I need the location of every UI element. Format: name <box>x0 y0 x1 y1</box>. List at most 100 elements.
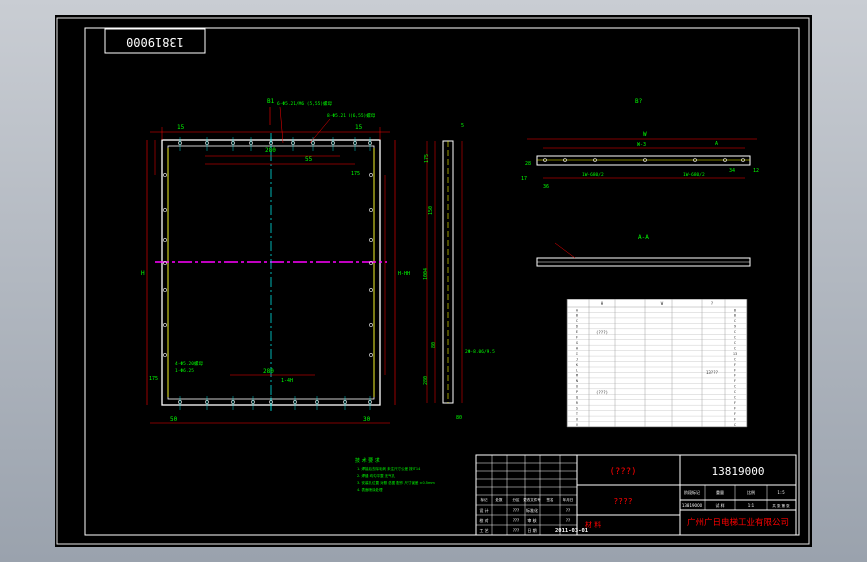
view-label-b: B1 <box>267 98 275 105</box>
table-cell: B <box>734 314 736 318</box>
dim-mid: 175 <box>351 171 360 177</box>
hole-mark <box>369 238 373 242</box>
sheet-value: 13819000 <box>682 503 703 508</box>
table-cell: I <box>576 352 578 356</box>
side-dim-5: 1004 <box>423 268 429 280</box>
table-cell: C <box>734 396 736 400</box>
top-dim-main: W <box>643 131 647 138</box>
table-background <box>566 298 748 428</box>
top-dim-inner: W-3 <box>637 142 646 148</box>
hole-mark <box>163 238 167 242</box>
table-cell: G <box>576 341 578 345</box>
side-dim-2: 175 <box>424 154 430 163</box>
notes-line-2: 2. 焊缝 均匀平整 无气孔 <box>357 473 396 478</box>
title-block-grid: 标记 处数 分区 更改文件号 签名 年月日设 计??? 标准化 ?? 校 对??? 审 核 ?? 工 … <box>476 455 577 535</box>
top-note: A <box>715 141 718 147</box>
table-cell: E <box>576 330 578 334</box>
tb-row-label: 设 计 <box>479 507 488 513</box>
section-label: A-A <box>638 234 649 241</box>
table-cell: C <box>734 357 736 361</box>
table-cell: U <box>576 417 578 421</box>
table-cell: 13 <box>733 352 737 356</box>
tb-date: 2011-03-01 <box>555 528 589 534</box>
table-cell: D <box>576 325 578 329</box>
tb-row-label: 工 艺 <box>479 528 488 533</box>
dim-top-1: 15 <box>177 124 185 131</box>
table-cell: F <box>734 374 736 378</box>
top-view: B? W W-3 1W-680/2 1W-680/2 36 28 17 34 1… <box>521 98 759 190</box>
tb-row-label2: 审 核 <box>527 517 536 523</box>
table-cell: C <box>734 330 736 334</box>
table-cell: C <box>734 319 736 323</box>
hole-mark <box>163 323 167 327</box>
tb-row-value: ??? <box>513 508 519 513</box>
bottom-holes <box>178 396 372 410</box>
table-cell: C <box>734 346 736 350</box>
top-dim-small-3: 17 <box>521 176 527 182</box>
scale-value: 1:5 <box>777 490 785 495</box>
note-top2: 8-Φ5.21 Ⅰ(6,55)螺母 <box>327 112 376 119</box>
top-dim-right: 1W-680/2 <box>683 172 705 178</box>
top-dim-small-5: 12 <box>753 168 759 174</box>
rev-header: 年月日 <box>563 497 574 502</box>
table-cell: B <box>576 314 578 318</box>
drawing-sheet: 13819000 15 280 55 15 B1 6-Φ5.21/M6 (5,5… <box>55 15 812 547</box>
tb-company: 广州广日电梯工业有限公司 <box>687 517 789 528</box>
stage-header: 阶段标记 <box>684 489 700 495</box>
note-bl: 4-Φ5.20螺母 <box>175 360 203 367</box>
hole-mark <box>163 288 167 292</box>
side-note: 2Φ-8.06/9.5 <box>465 349 495 355</box>
top-dim-small-2: 28 <box>525 161 531 167</box>
table-cell: C <box>734 336 736 340</box>
table-cell: F <box>576 336 578 340</box>
inner-border <box>84 27 800 536</box>
table-cell: F <box>734 401 736 405</box>
side-dim-6: 80 <box>431 342 437 348</box>
tb-row-label2: 日 期 <box>527 527 536 533</box>
dim-top-3: 55 <box>305 156 313 163</box>
table-cell: F <box>734 412 736 416</box>
table-cell: L <box>576 368 578 372</box>
table-cell: F <box>734 417 736 421</box>
notes-line-3: 3. 安装孔位置 对照 总图 配作 尺寸误差 ±0.5mm <box>357 480 435 485</box>
hole-mark <box>369 173 373 177</box>
dim-bottom-4: 30 <box>363 416 371 423</box>
table-cell: C <box>576 319 578 323</box>
dim-left-h: H <box>141 270 145 277</box>
table-cell: F <box>734 363 736 367</box>
table-cell: F <box>734 379 736 383</box>
dim-top-4: 15 <box>355 124 363 131</box>
sheet-value: 试 样 <box>715 502 724 508</box>
table-cell: F <box>734 368 736 372</box>
view-label-right: B? <box>635 98 643 105</box>
top-dim-small-4: 34 <box>729 168 735 174</box>
table-group-label: (???) <box>596 390 608 395</box>
side-dim-1: 5 <box>461 123 464 129</box>
rev-header: 处数 <box>496 497 504 502</box>
tb-row-value2: ?? <box>566 508 570 513</box>
dim-right-h: H-HH <box>398 271 410 277</box>
note-bl2: 1-Φ6.25 <box>175 368 194 374</box>
top-dim-left: 1W-680/2 <box>582 172 604 178</box>
notes-title: 技 术 要 求 <box>355 457 380 464</box>
table-cell: B <box>734 308 736 312</box>
table-cell: C <box>734 385 736 389</box>
table-group-label: (???) <box>596 330 608 335</box>
dim-bottom-3: 1-4H <box>281 378 293 384</box>
dim-175b: 175 <box>149 376 158 382</box>
tb-row-label2: 标准化 <box>526 507 538 513</box>
table-cell: H <box>576 346 578 350</box>
section-view: A-A <box>536 234 751 267</box>
dim-top-2: 280 <box>265 147 276 154</box>
table-cell: 9 <box>734 325 736 329</box>
title-block: 标记 处数 分区 更改文件号 签名 年月日设 计??? 标准化 ?? 校 对??? 审 核 ?? 工 … <box>475 454 797 536</box>
outer-border <box>56 17 810 545</box>
rev-header: 分区 <box>513 497 521 502</box>
table-cell: P <box>576 390 578 394</box>
tb-drawing-no: 13819000 <box>712 465 765 478</box>
note-top: 6-Φ5.21/M6 (5,55)螺母 <box>277 100 333 107</box>
notes-line-4: 4. 表面喷涂处理 <box>357 487 383 492</box>
table-cell: F <box>734 406 736 410</box>
table-cell: Q <box>576 396 578 400</box>
table-cell: C <box>734 423 736 427</box>
